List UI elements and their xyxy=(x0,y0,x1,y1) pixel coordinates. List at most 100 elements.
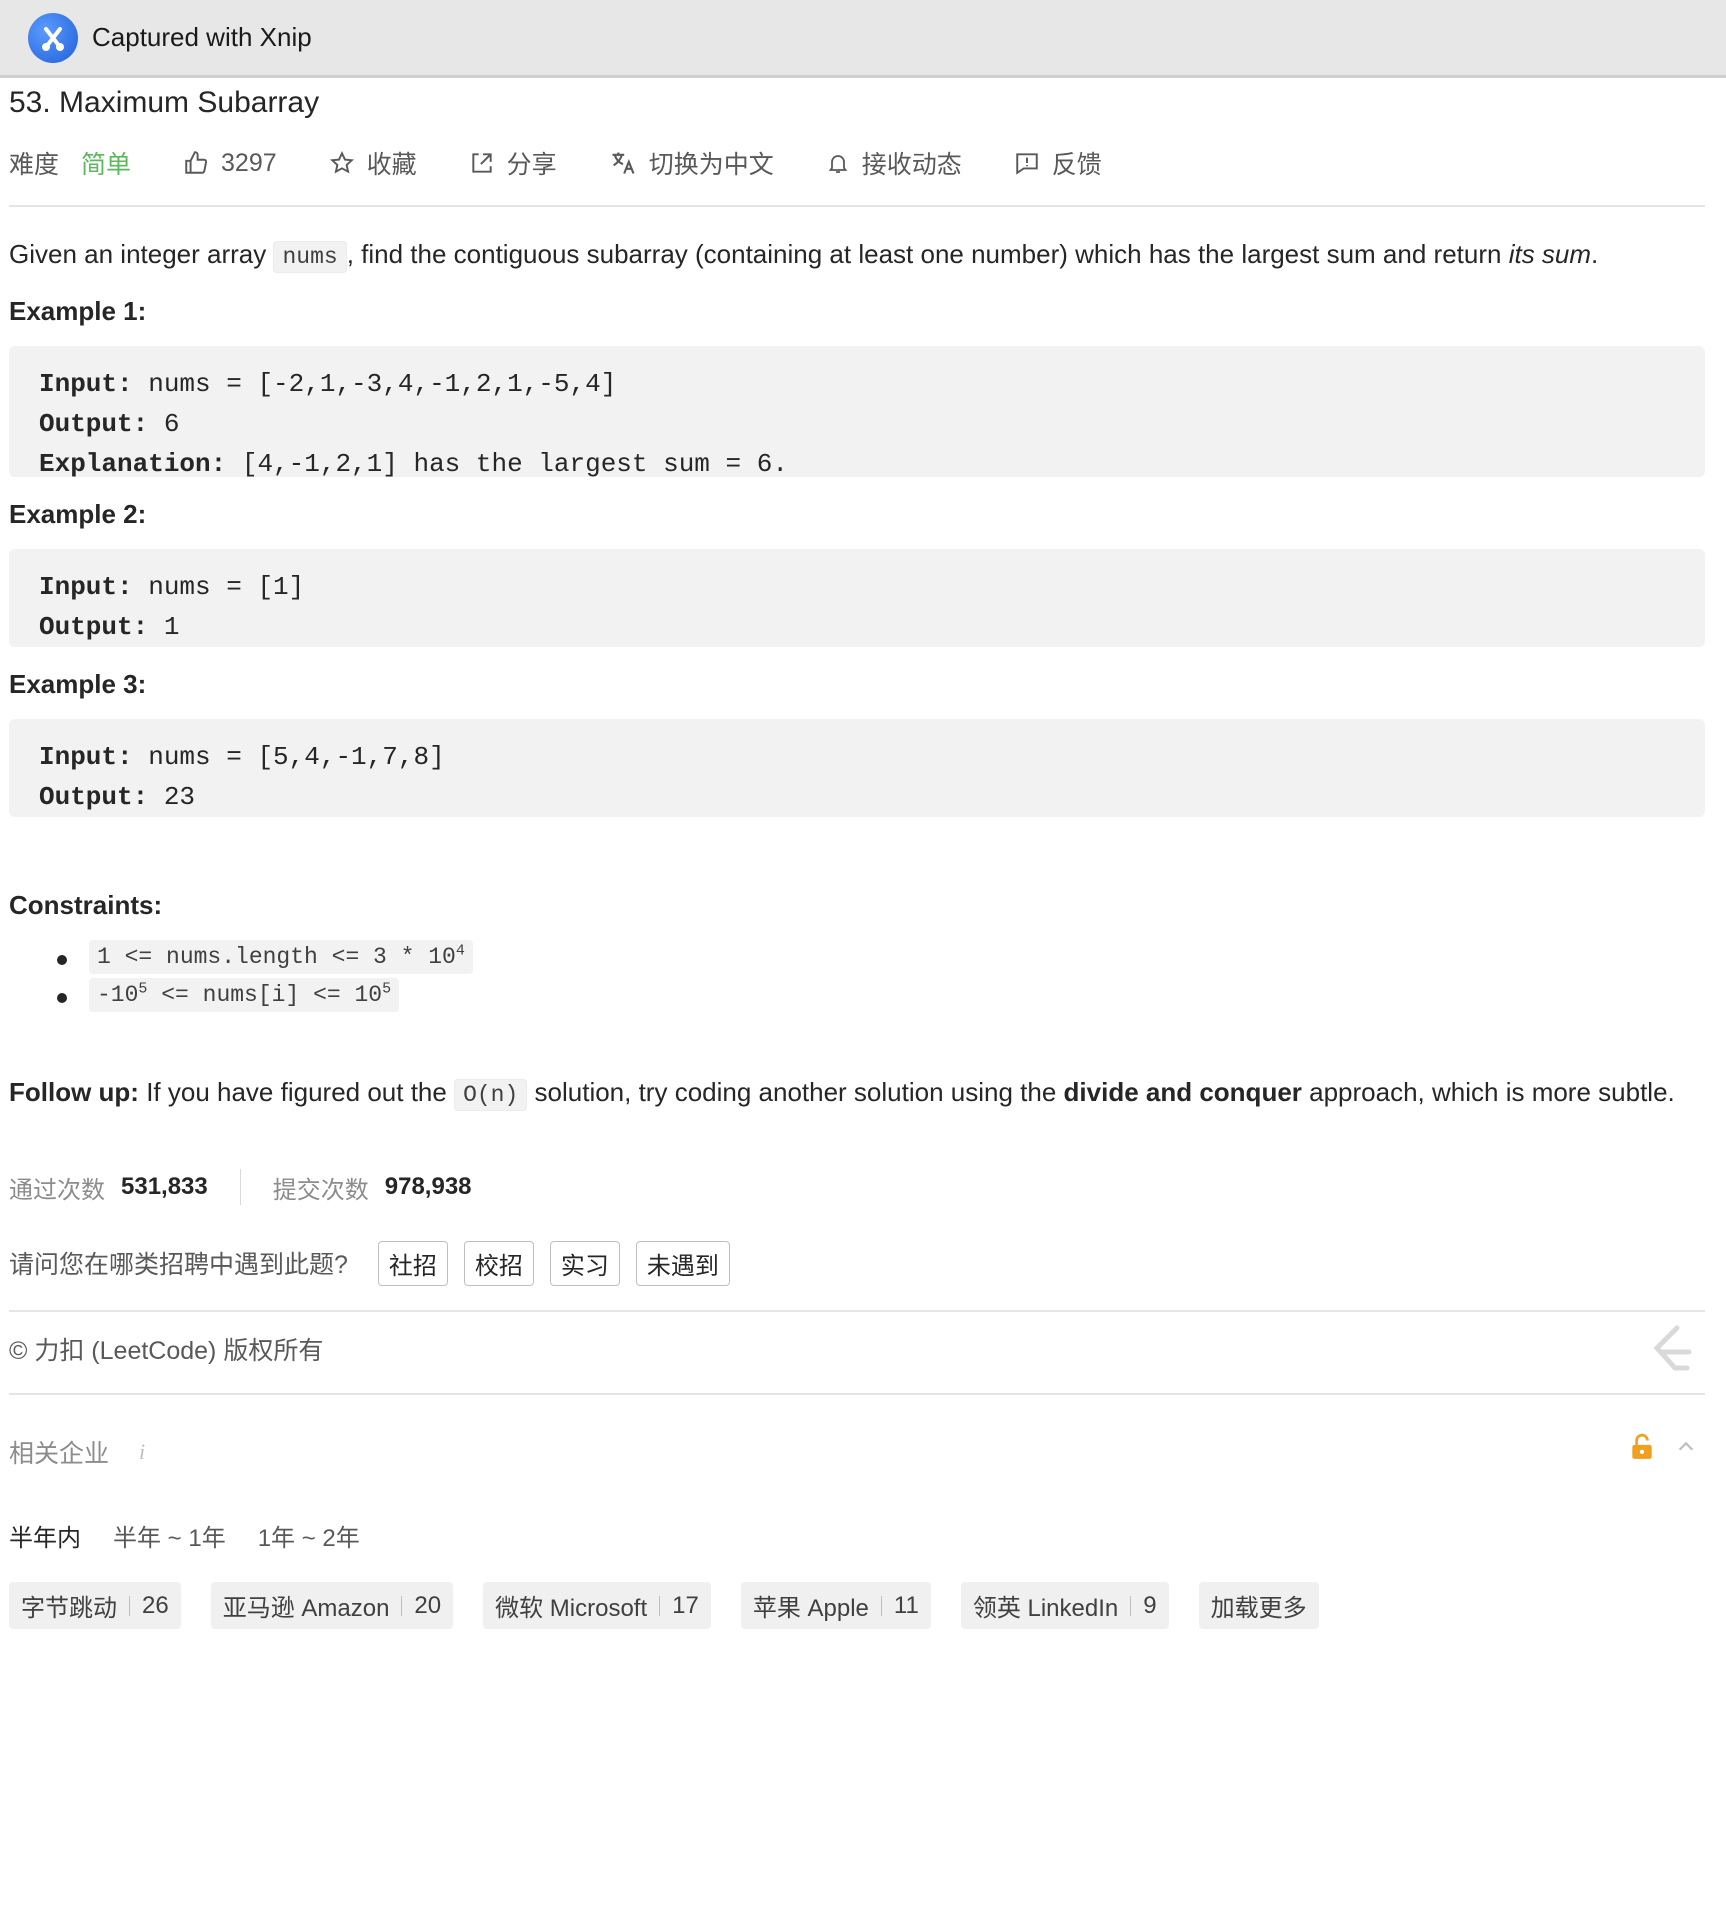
time-range-tabs: 半年内 半年 ~ 1年 1年 ~ 2年 xyxy=(9,1518,392,1553)
like-button[interactable]: 3297 xyxy=(183,149,277,178)
xnip-logo xyxy=(28,12,78,63)
company-count: 20 xyxy=(414,1591,442,1619)
input-value: nums = [5,4,-1,7,8] xyxy=(132,742,445,772)
problem-description: Given an integer array nums, find the co… xyxy=(9,234,1598,277)
constraint-text: -10 xyxy=(97,982,139,1008)
company-tag[interactable]: 领英 LinkedIn 9 xyxy=(960,1582,1169,1629)
company-count: 11 xyxy=(893,1591,919,1619)
follow-up-label: Follow up: xyxy=(9,1077,139,1107)
input-value: nums = [-2,1,-3,4,-1,2,1,-5,4] xyxy=(132,369,617,399)
subscribe-button[interactable]: 接收动态 xyxy=(826,145,962,181)
submissions-count: 978,938 xyxy=(384,1173,472,1200)
input-label: Input: xyxy=(39,742,133,772)
thumbs-up-icon xyxy=(185,151,208,174)
stats-separator xyxy=(239,1169,241,1205)
submission-stats: 通过次数 531,833 提交次数 978,938 xyxy=(9,1167,472,1207)
explanation-value: [4,-1,2,1] has the largest sum = 6. xyxy=(226,449,788,479)
info-icon[interactable]: i xyxy=(139,1439,145,1465)
related-companies-title: 相关企业 xyxy=(9,1440,110,1468)
hiring-question: 请问您在哪类招聘中遇到此题? 社招 校招 实习 未遇到 xyxy=(9,1240,746,1286)
input-label: Input: xyxy=(39,572,133,602)
company-name: 领英 LinkedIn xyxy=(972,1595,1119,1622)
company-name: 苹果 Apple xyxy=(752,1595,869,1622)
example-box: Input: nums = [-2,1,-3,4,-1,2,1,-5,4] Ou… xyxy=(9,346,1705,479)
hiring-question-text: 请问您在哪类招聘中遇到此题? xyxy=(9,1251,348,1279)
like-count: 3297 xyxy=(221,148,277,177)
hiring-option-intern[interactable]: 实习 xyxy=(549,1240,620,1286)
switch-language-button[interactable]: 切换为中文 xyxy=(609,145,774,181)
company-name: 字节跳动 xyxy=(21,1595,117,1622)
share-label: 分享 xyxy=(506,151,557,179)
example-heading: Example 3: xyxy=(9,669,147,699)
follow-up-text: If you have figured out the xyxy=(138,1077,455,1107)
favorite-button[interactable]: 收藏 xyxy=(329,145,417,181)
tag-divider xyxy=(401,1595,403,1616)
constraints-list: 1 <= nums.length <= 3 * 104 -10 5 <= nums… xyxy=(9,940,473,1016)
input-value: nums = [1] xyxy=(132,572,305,602)
company-count: 26 xyxy=(142,1591,169,1619)
chevron-up-icon[interactable] xyxy=(1675,1436,1697,1463)
divider xyxy=(9,205,1705,207)
capture-bar: Captured with Xnip xyxy=(0,0,1726,78)
tag-divider xyxy=(1130,1595,1132,1616)
switch-language-label: 切换为中文 xyxy=(648,151,774,179)
example-heading: Example 2: xyxy=(9,499,147,529)
constraint-item: 1 <= nums.length <= 3 * 104 xyxy=(9,940,473,978)
divider xyxy=(9,1310,1705,1312)
hiring-option-none[interactable]: 未遇到 xyxy=(635,1240,730,1286)
translate-icon xyxy=(612,152,635,174)
company-tag[interactable]: 微软 Microsoft 17 xyxy=(483,1582,711,1629)
tag-divider xyxy=(880,1595,882,1616)
description-text: , find the contiguous subarray (containi… xyxy=(346,239,1509,269)
follow-up-bold: divide and conquer xyxy=(1063,1077,1302,1107)
output-label: Output: xyxy=(39,409,149,439)
constraint-text: <= nums[i] <= 10 xyxy=(147,982,383,1008)
feedback-icon xyxy=(1015,153,1038,175)
company-name: 微软 Microsoft xyxy=(495,1595,648,1622)
constraint-code: 1 <= nums.length <= 3 * 104 xyxy=(89,940,473,974)
feedback-label: 反馈 xyxy=(1051,151,1102,179)
tag-divider xyxy=(659,1595,661,1616)
share-button[interactable]: 分享 xyxy=(469,145,557,181)
follow-up-text: solution, try coding another solution us… xyxy=(527,1077,1064,1107)
description-text: . xyxy=(1591,239,1599,269)
tab-half-to-one-year[interactable]: 半年 ~ 1年 xyxy=(113,1518,226,1553)
company-tag[interactable]: 字节跳动 26 xyxy=(9,1582,181,1629)
difficulty-label: 难度 xyxy=(9,151,60,179)
company-tags: 字节跳动 26 亚马逊 Amazon 20 微软 Microsoft 17 苹果 Ap… xyxy=(9,1582,1349,1629)
company-tag[interactable]: 亚马逊 Amazon 20 xyxy=(210,1582,454,1629)
subscribe-label: 接收动态 xyxy=(861,151,962,179)
hiring-option-campus[interactable]: 校招 xyxy=(463,1240,534,1286)
exponent: 5 xyxy=(382,980,392,998)
description-emphasis: its sum xyxy=(1508,239,1592,269)
follow-up: Follow up: If you have figured out the O… xyxy=(9,1073,1705,1114)
constraints-heading: Constraints: xyxy=(9,890,163,920)
tag-divider xyxy=(129,1595,130,1616)
inline-code: O(n) xyxy=(454,1079,528,1111)
input-label: Input: xyxy=(39,369,133,399)
exponent: 4 xyxy=(455,942,465,960)
problem-meta-row: 难度 简单 3297 收藏 分享 切换为中文 接收动态 反馈 xyxy=(9,143,1154,183)
tab-half-year[interactable]: 半年内 xyxy=(9,1518,81,1553)
bell-icon xyxy=(828,155,848,173)
hiring-option-social[interactable]: 社招 xyxy=(377,1240,448,1286)
accepted-label: 通过次数 xyxy=(9,1176,105,1204)
share-icon xyxy=(472,153,492,173)
company-count: 9 xyxy=(1143,1591,1157,1619)
leetcode-logo xyxy=(1647,1324,1695,1381)
constraint-item: -105 <= nums[i] <= 105 xyxy=(9,978,473,1016)
load-more-button[interactable]: 加载更多 xyxy=(1198,1582,1319,1629)
tab-one-to-two-years[interactable]: 1年 ~ 2年 xyxy=(258,1518,360,1553)
output-label: Output: xyxy=(39,612,149,642)
feedback-button[interactable]: 反馈 xyxy=(1014,145,1102,181)
company-tag[interactable]: 苹果 Apple 11 xyxy=(740,1582,931,1629)
example-heading: Example 1: xyxy=(9,296,147,326)
submissions-label: 提交次数 xyxy=(272,1176,369,1204)
copyright: © 力扣 (LeetCode) 版权所有 xyxy=(9,1337,324,1365)
related-companies-heading: 相关企业 i xyxy=(9,1434,145,1470)
output-value: 23 xyxy=(148,782,196,812)
lock-icon[interactable] xyxy=(1629,1433,1655,1466)
output-label: Output: xyxy=(39,782,149,812)
company-count: 17 xyxy=(672,1591,699,1619)
inline-code: nums xyxy=(273,241,347,273)
